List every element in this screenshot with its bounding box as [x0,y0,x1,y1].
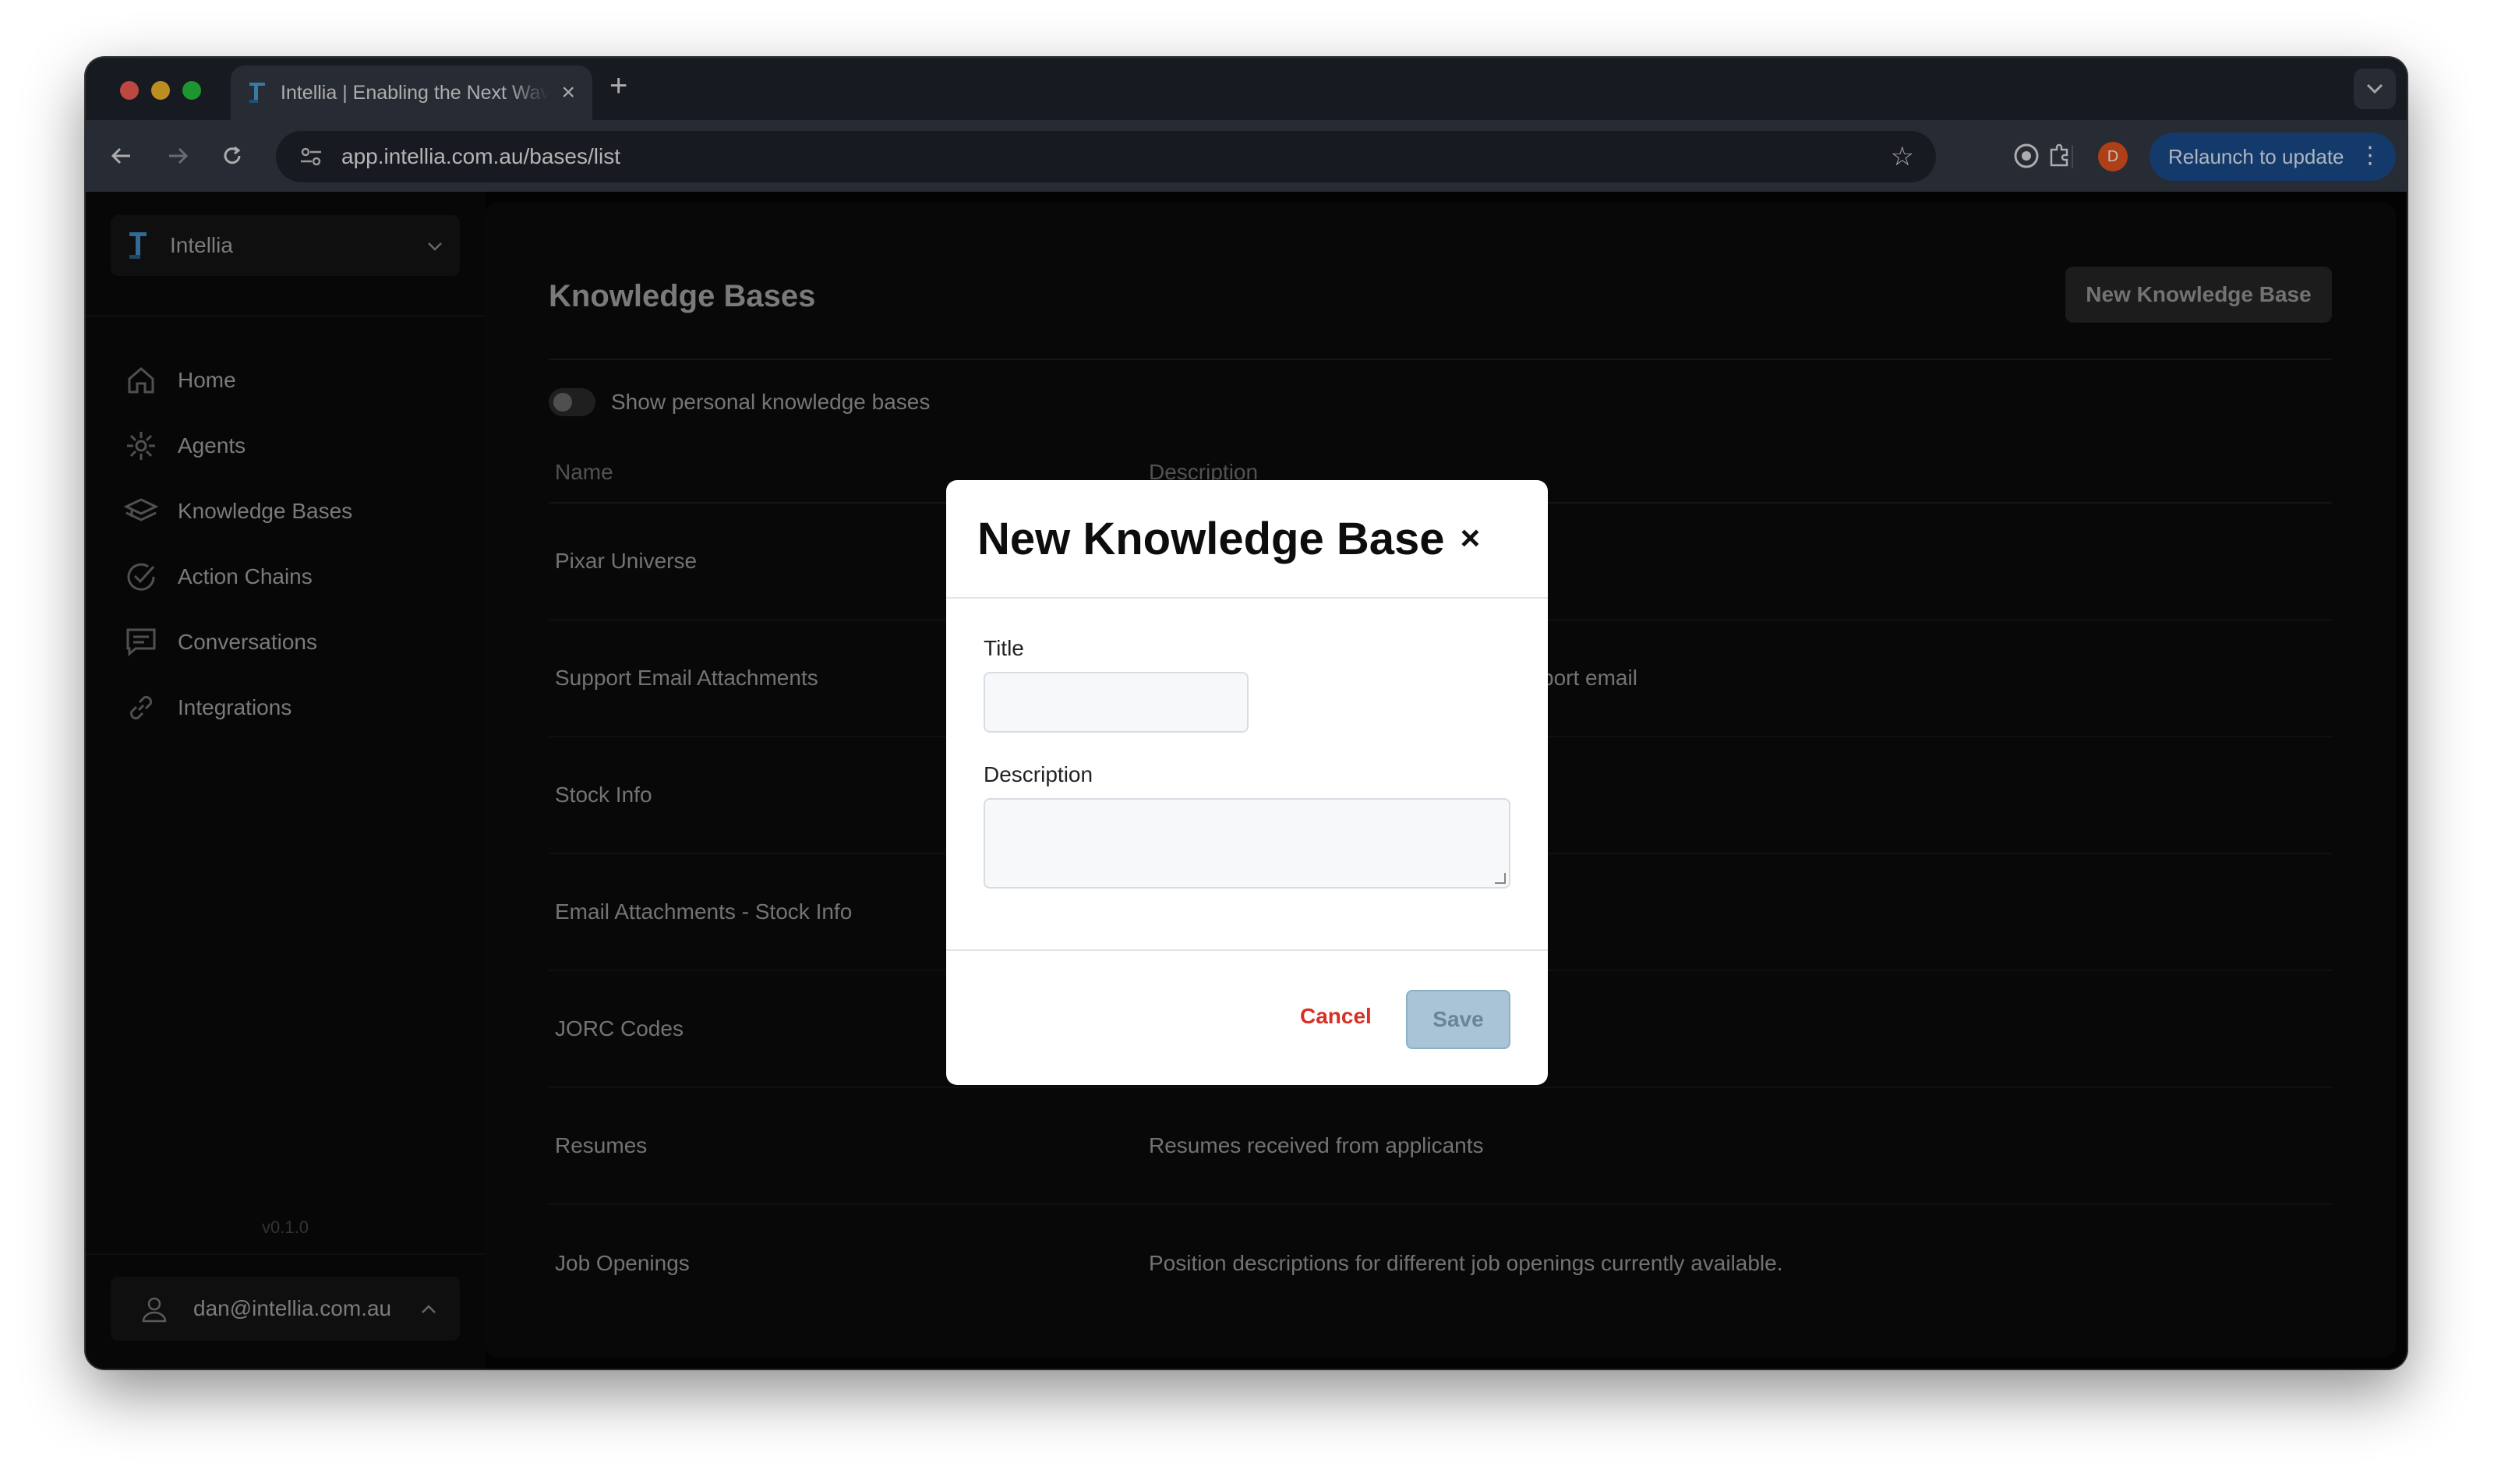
description-field-label: Description [984,762,1093,786]
dialog-title: New Knowledge Base [977,513,1445,564]
title-input[interactable] [984,672,1249,733]
dialog-footer: Cancel Save [946,949,1548,1085]
close-icon[interactable]: × [1460,519,1480,558]
dialog-header: New Knowledge Base × [946,480,1548,599]
dialog-body: Title Description [984,636,1510,889]
title-field-label: Title [984,636,1024,660]
cancel-button[interactable]: Cancel [1300,1004,1372,1029]
new-knowledge-base-dialog: New Knowledge Base × Title Description C… [946,480,1548,1085]
resize-handle-icon[interactable] [1495,873,1506,884]
save-button[interactable]: Save [1406,990,1510,1049]
description-textarea[interactable] [984,798,1510,889]
